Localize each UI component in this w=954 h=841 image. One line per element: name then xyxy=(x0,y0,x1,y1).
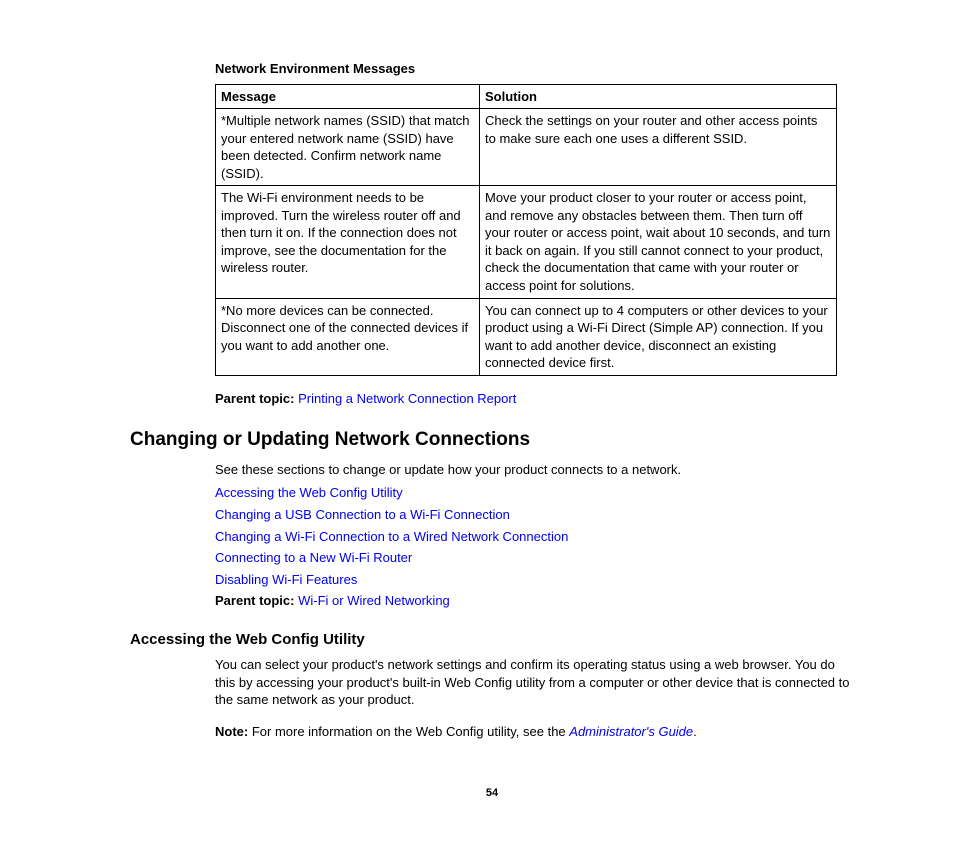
link-item[interactable]: Accessing the Web Config Utility xyxy=(215,485,403,500)
link-item[interactable]: Connecting to a New Wi-Fi Router xyxy=(215,550,412,565)
note-label: Note: xyxy=(215,724,248,739)
cell-solution: Check the settings on your router and ot… xyxy=(479,109,836,186)
sub-body-text: You can select your product's network se… xyxy=(215,656,854,709)
parent-topic-label: Parent topic: xyxy=(215,391,294,406)
table-row: The Wi-Fi environment needs to be improv… xyxy=(216,186,837,298)
table-title: Network Environment Messages xyxy=(215,60,854,78)
table-row: *No more devices can be connected. Disco… xyxy=(216,298,837,375)
link-item[interactable]: Changing a Wi-Fi Connection to a Wired N… xyxy=(215,529,568,544)
parent-topic-label: Parent topic: xyxy=(215,593,294,608)
sub-heading: Accessing the Web Config Utility xyxy=(130,630,854,650)
note-text: For more information on the Web Config u… xyxy=(248,724,569,739)
parent-topic: Parent topic: Wi-Fi or Wired Networking xyxy=(215,592,854,610)
note-link[interactable]: Administrator's Guide xyxy=(569,724,693,739)
link-item[interactable]: Changing a USB Connection to a Wi-Fi Con… xyxy=(215,507,510,522)
cell-message: *Multiple network names (SSID) that matc… xyxy=(216,109,480,186)
intro-text: See these sections to change or update h… xyxy=(215,461,854,479)
link-item[interactable]: Disabling Wi-Fi Features xyxy=(215,572,357,587)
network-messages-table: Message Solution *Multiple network names… xyxy=(215,84,837,376)
cell-message: *No more devices can be connected. Disco… xyxy=(216,298,480,375)
parent-topic-link[interactable]: Wi-Fi or Wired Networking xyxy=(298,593,450,608)
header-message: Message xyxy=(216,84,480,109)
header-solution: Solution xyxy=(479,84,836,109)
table-row: *Multiple network names (SSID) that matc… xyxy=(216,109,837,186)
parent-topic-link[interactable]: Printing a Network Connection Report xyxy=(298,391,516,406)
parent-topic: Parent topic: Printing a Network Connect… xyxy=(215,390,854,408)
page-number: 54 xyxy=(130,786,854,801)
cell-solution: Move your product closer to your router … xyxy=(479,186,836,298)
note-tail: . xyxy=(693,724,697,739)
cell-solution: You can connect up to 4 computers or oth… xyxy=(479,298,836,375)
cell-message: The Wi-Fi environment needs to be improv… xyxy=(216,186,480,298)
link-list: Accessing the Web Config Utility Changin… xyxy=(215,484,854,588)
section-heading: Changing or Updating Network Connections xyxy=(130,427,854,453)
